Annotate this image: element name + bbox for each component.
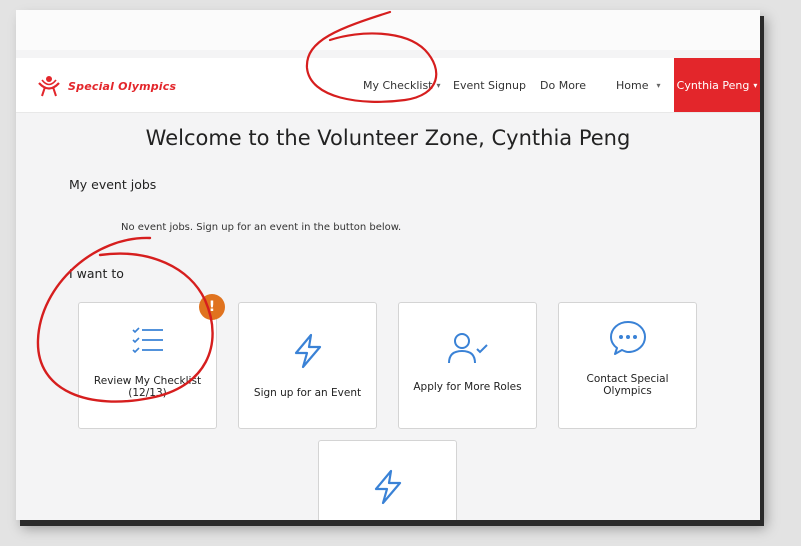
lightning-icon [294,333,321,369]
page-title: Welcome to the Volunteer Zone, Cynthia P… [145,126,631,150]
top-navbar: Special Olympics My Checklist ▾ Event Si… [16,58,760,113]
user-check-icon [447,333,488,364]
brand-name: Special Olympics [68,79,177,93]
brand-logo[interactable]: Special Olympics [36,74,176,98]
user-name: Cynthia Peng [676,78,750,92]
nav-home[interactable]: Home ▾ [616,58,661,112]
chevron-down-icon: ▾ [436,80,441,90]
user-menu-button[interactable]: Cynthia Peng ▾ [674,58,760,112]
sign-up-event-card[interactable]: Sign up for an Event [238,302,377,429]
event-card-partial[interactable] [318,440,457,520]
checklist-icon [131,327,163,354]
nav-do-more-label: Do More [540,78,586,92]
app-window: Special Olympics My Checklist ▾ Event Si… [16,10,760,520]
i-want-to-heading: I want to [69,266,124,281]
nav-home-label: Home [616,78,649,92]
review-checklist-card[interactable]: Review My Checklist (12/13) [78,302,217,429]
event-jobs-heading: My event jobs [69,177,157,192]
nav-do-more[interactable]: Do More [540,58,586,112]
contact-card[interactable]: Contact Special Olympics [558,302,697,429]
apply-roles-label: Apply for More Roles [413,381,522,393]
alert-badge: ! [199,294,225,320]
event-jobs-empty-text: No event jobs. Sign up for an event in t… [121,222,402,233]
sign-up-event-label: Sign up for an Event [253,387,362,399]
chevron-down-icon: ▾ [656,80,661,90]
apply-roles-card[interactable]: Apply for More Roles [398,302,537,429]
nav-my-checklist[interactable]: My Checklist ▾ [363,58,441,112]
chat-bubble-icon [609,321,646,355]
chevron-down-icon: ▾ [753,80,758,90]
special-olympics-logo-icon [38,76,60,97]
nav-event-signup[interactable]: Event Signup [453,58,526,112]
nav-my-checklist-label: My Checklist [363,78,433,92]
review-checklist-label: Review My Checklist (12/13) [93,375,202,399]
contact-label: Contact Special Olympics [586,373,669,397]
lightning-icon [374,469,401,505]
nav-event-signup-label: Event Signup [453,78,526,92]
browser-top-area [16,10,760,50]
